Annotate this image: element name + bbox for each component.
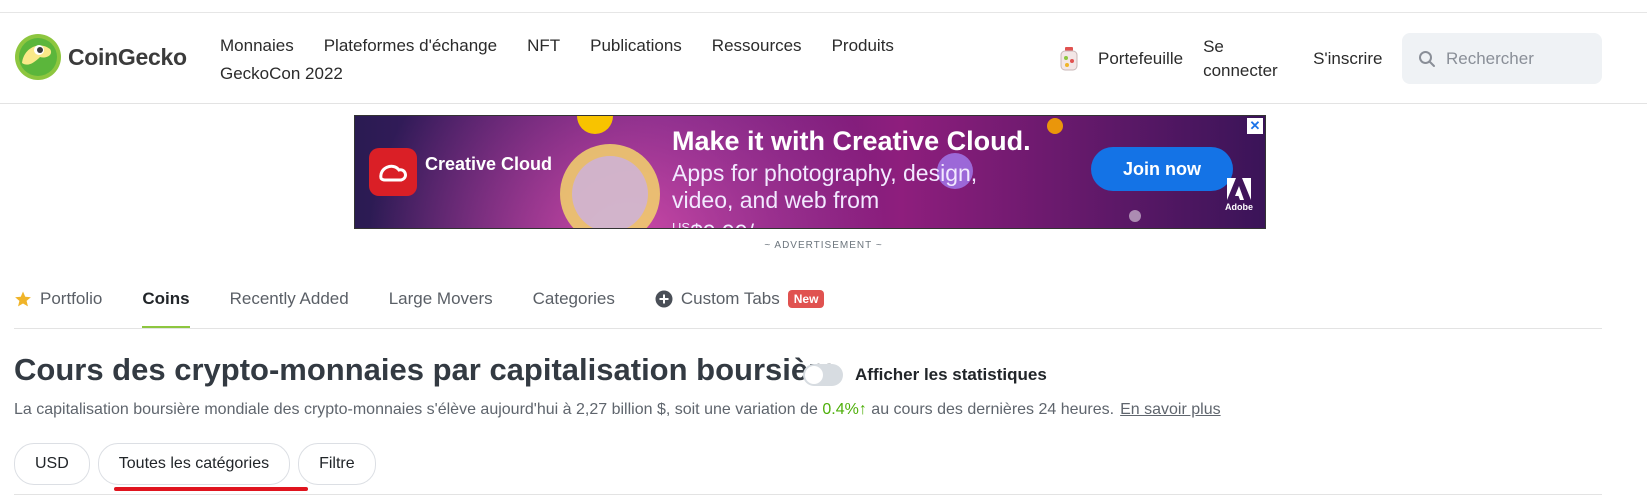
stats-toggle-label: Afficher les statistiques: [855, 365, 1047, 384]
nav-plateformes[interactable]: Plateformes d'échange: [324, 36, 497, 56]
category-select[interactable]: Toutes les catégories: [97, 443, 291, 485]
nav-monnaies[interactable]: Monnaies: [220, 36, 294, 56]
search-input[interactable]: Rechercher: [1446, 49, 1534, 69]
learn-more-link[interactable]: En savoir plus: [1120, 401, 1221, 418]
search-box[interactable]: Rechercher: [1402, 33, 1602, 84]
tab-portfolio[interactable]: Portfolio: [14, 283, 102, 315]
ad-subtext: Apps for photography, design, video, and…: [672, 160, 978, 229]
creative-cloud-icon: [369, 148, 417, 196]
advertisement-label: ~ ADVERTISEMENT ~: [764, 240, 883, 251]
ad-close-icon[interactable]: ✕: [1247, 118, 1263, 134]
nav-nft[interactable]: NFT: [527, 36, 560, 56]
tab-recently-added-label: Recently Added: [229, 289, 349, 308]
main-nav: Monnaies Plateformes d'échange NFT Publi…: [220, 32, 940, 88]
logo-text: CoinGecko: [68, 43, 187, 70]
star-icon: [15, 291, 31, 307]
stats-toggle-group: Afficher les statistiques: [803, 364, 1047, 386]
currency-select[interactable]: USD: [14, 443, 90, 485]
coin-tabs: Portfolio Coins Recently Added Large Mov…: [14, 283, 1602, 329]
tab-coins-label: Coins: [142, 289, 190, 308]
new-badge: New: [787, 290, 825, 308]
market-cap-description: La capitalisation boursière mondiale des…: [14, 401, 1221, 418]
ad-join-now-button[interactable]: Join now: [1091, 147, 1233, 191]
advertisement-banner[interactable]: Creative Cloud Make it with Creative Clo…: [354, 115, 1266, 229]
stats-toggle[interactable]: [803, 364, 843, 386]
nav-geckocon[interactable]: GeckoCon 2022: [220, 64, 343, 84]
tab-custom-tabs-label: Custom Tabs: [680, 289, 780, 308]
portfolio-link[interactable]: Portefeuille: [1098, 49, 1183, 69]
tab-custom-tabs[interactable]: Custom Tabs New: [655, 283, 825, 315]
filter-bar: USD Toutes les catégories Filtre: [14, 443, 376, 485]
tab-portfolio-label: Portfolio: [40, 289, 103, 308]
nav-ressources[interactable]: Ressources: [712, 36, 802, 56]
tab-categories[interactable]: Categories: [533, 283, 615, 315]
ad-brand: Creative Cloud: [425, 154, 553, 174]
candy-jar-icon[interactable]: [1058, 46, 1080, 72]
market-cap-change: 0.4%↑: [822, 401, 867, 418]
gecko-logo-icon: [15, 34, 61, 80]
tab-large-movers[interactable]: Large Movers: [389, 283, 493, 315]
plus-circle-icon: [655, 290, 673, 308]
coingecko-logo[interactable]: CoinGecko: [14, 33, 187, 81]
adobe-icon: [1227, 178, 1251, 200]
tab-large-movers-label: Large Movers: [388, 289, 493, 308]
signup-link[interactable]: S'inscrire: [1313, 49, 1382, 69]
table-top-divider: [14, 494, 1602, 495]
nav-produits[interactable]: Produits: [832, 36, 894, 56]
red-annotation-underline: [114, 487, 308, 491]
tab-categories-label: Categories: [532, 289, 615, 308]
page-title: Cours des crypto-monnaies par capitalisa…: [14, 352, 838, 387]
search-icon: [1419, 50, 1435, 67]
filter-button[interactable]: Filtre: [298, 443, 376, 485]
tab-recently-added[interactable]: Recently Added: [230, 283, 349, 315]
up-arrow-icon: ↑: [858, 401, 867, 418]
adobe-logo: Adobe: [1221, 178, 1257, 212]
site-header: CoinGecko Monnaies Plateformes d'échange…: [0, 13, 1647, 104]
header-actions: Portefeuille Se connecter S'inscrire: [1058, 35, 1382, 83]
ad-headline: Make it with Creative Cloud.: [672, 126, 1031, 156]
login-link[interactable]: Se connecter: [1203, 35, 1285, 83]
tab-coins[interactable]: Coins: [142, 283, 190, 328]
nav-publications[interactable]: Publications: [590, 36, 682, 56]
